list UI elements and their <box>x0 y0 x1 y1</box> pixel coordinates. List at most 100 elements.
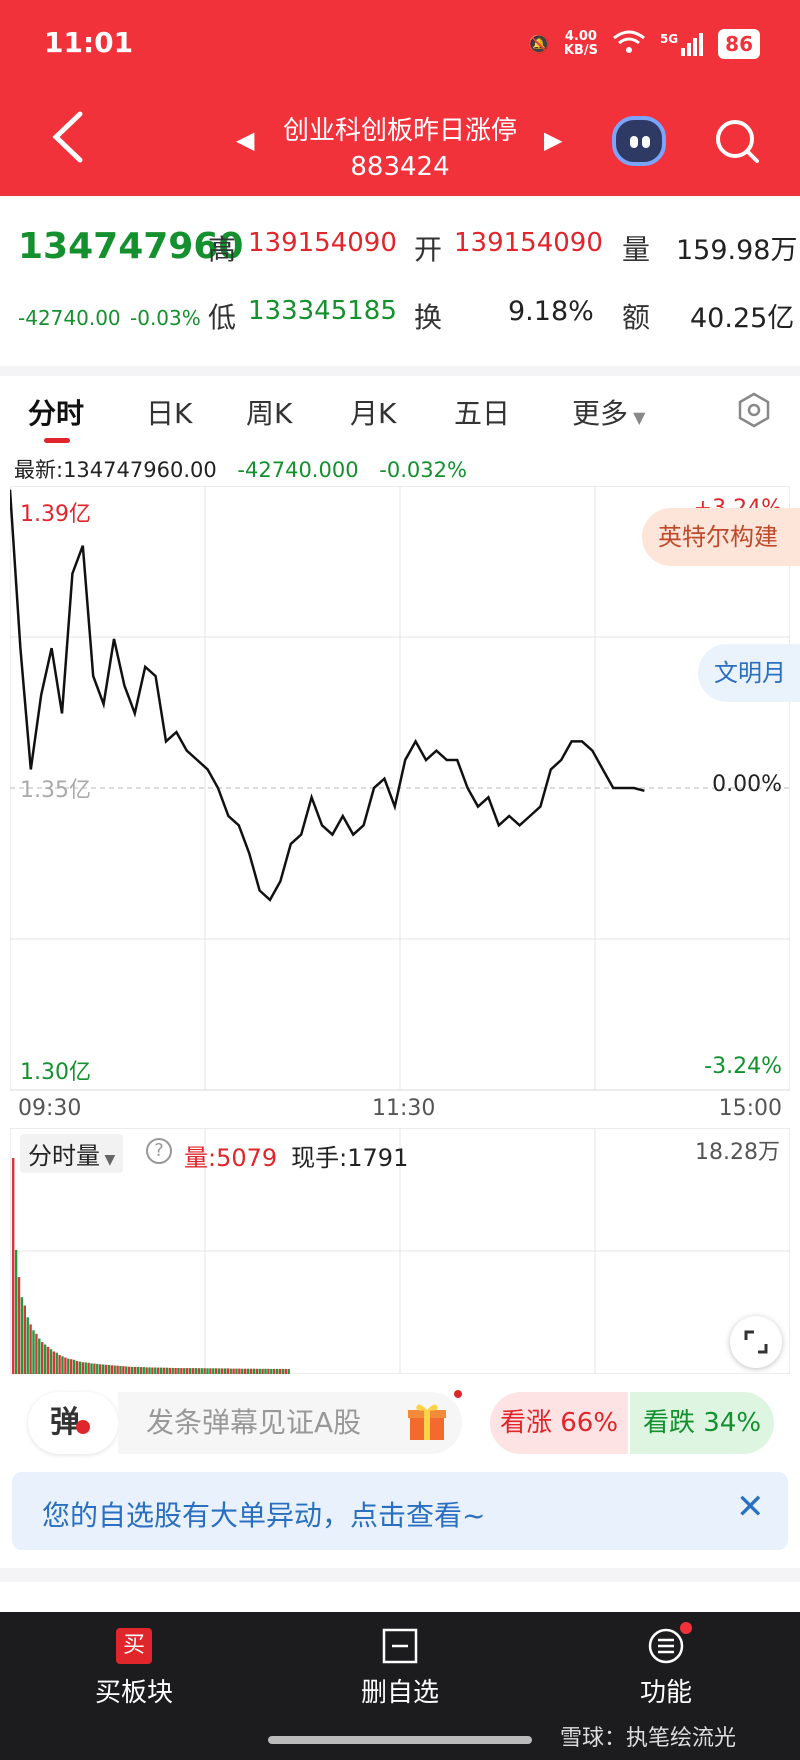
y-left-bottom: 1.30亿 <box>20 1060 91 1085</box>
volume-readout: 量:5079 现手:1791 <box>184 1144 409 1172</box>
close-icon[interactable]: ✕ <box>736 1490 765 1524</box>
volume-bar <box>67 1358 70 1374</box>
tab-daily-k[interactable]: 日K <box>146 392 192 432</box>
volume-bar <box>17 1277 21 1374</box>
y-right-bottom: -3.24% <box>704 1054 782 1079</box>
volume-bar <box>217 1368 221 1374</box>
y-right-mid: 0.00% <box>712 772 782 797</box>
news-pill-mid[interactable]: 文明月 <box>698 644 800 702</box>
volume-bar <box>183 1368 186 1374</box>
volume-bar <box>232 1368 235 1374</box>
volume-bar <box>194 1368 198 1374</box>
volume-bar <box>107 1365 111 1374</box>
battery-indicator: 86 <box>718 29 760 59</box>
notice-text[interactable]: 您的自选股有大单异动，点击查看~ <box>42 1494 485 1534</box>
volume-bar <box>264 1368 267 1374</box>
tab-monthly-k[interactable]: 月K <box>350 392 396 432</box>
volume-bar <box>125 1366 128 1374</box>
volume-bar <box>197 1368 200 1374</box>
volume-bar <box>255 1368 258 1374</box>
bearish-vote-button[interactable]: 看跌 34% <box>630 1392 774 1454</box>
volume-bar <box>104 1364 108 1374</box>
function-menu-button[interactable]: 功能 <box>596 1622 736 1709</box>
expand-icon[interactable] <box>730 1316 782 1368</box>
low-label: 低 <box>208 301 237 334</box>
volume-bar <box>20 1297 24 1374</box>
change-percent: -0.03% <box>130 306 201 330</box>
tab-weekly-k[interactable]: 周K <box>246 392 292 432</box>
bullish-vote-button[interactable]: 看涨 66% <box>490 1392 628 1454</box>
volume-bar <box>64 1357 67 1374</box>
ai-robot-icon[interactable] <box>612 116 666 166</box>
amount-value: 40.25亿 <box>690 303 795 334</box>
volume-bar <box>41 1342 44 1374</box>
divider <box>0 366 800 376</box>
volume-bar <box>226 1368 229 1374</box>
volume-bar <box>191 1368 195 1374</box>
volume-bar <box>244 1368 247 1374</box>
volume-bar <box>136 1366 140 1374</box>
volume-bar <box>93 1363 96 1374</box>
volume-bar <box>84 1362 87 1374</box>
open-label: 开 <box>414 233 443 266</box>
volume-value: 159.98万 <box>676 235 798 266</box>
minus-square-icon <box>382 1628 418 1664</box>
volume-bar <box>278 1368 282 1374</box>
volume-bar <box>188 1368 192 1374</box>
volume-bar <box>99 1364 102 1374</box>
volume-bar <box>281 1368 285 1374</box>
volume-bar <box>29 1324 32 1374</box>
intraday-chart[interactable] <box>10 486 790 1092</box>
home-indicator <box>268 1736 532 1744</box>
volume-bar <box>23 1305 26 1374</box>
high-label: 高 <box>208 233 237 266</box>
tab-five-day[interactable]: 五日 <box>454 392 510 432</box>
help-icon[interactable]: ? <box>146 1138 172 1164</box>
next-board-arrow-icon[interactable]: ▶ <box>544 126 562 154</box>
volume-bar <box>246 1368 250 1374</box>
volume-bar <box>241 1368 244 1374</box>
volume-max-label: 18.28万 <box>695 1140 780 1165</box>
volume-bar <box>151 1367 154 1374</box>
volume-bar <box>38 1338 41 1374</box>
notification-dot <box>454 1390 462 1398</box>
y-left-mid: 1.35亿 <box>20 778 91 803</box>
chevron-down-icon: ▼ <box>628 408 646 427</box>
buy-icon: 买 <box>116 1628 152 1664</box>
volume-bar <box>238 1368 241 1374</box>
y-left-top: 1.39亿 <box>20 502 91 527</box>
gift-icon[interactable] <box>406 1400 448 1442</box>
volume-bar <box>52 1351 55 1374</box>
buy-board-button[interactable]: 买 买板块 <box>64 1628 204 1709</box>
turnover-label: 换 <box>414 301 443 334</box>
danmaku-toggle-button[interactable]: 弹 <box>28 1392 118 1454</box>
volume-bar <box>58 1355 61 1374</box>
volume-bar <box>72 1359 76 1374</box>
tab-intraday[interactable]: 分时 <box>28 392 84 432</box>
volume-bar <box>35 1333 38 1374</box>
volume-bar <box>174 1368 177 1374</box>
volume-bar <box>229 1368 232 1374</box>
change-value: -42740.00 <box>18 306 121 330</box>
chart-settings-icon[interactable] <box>736 392 772 428</box>
prev-board-arrow-icon[interactable]: ◀ <box>236 126 254 154</box>
volume-bar <box>270 1368 273 1374</box>
volume-type-dropdown[interactable]: 分时量 ▼ <box>20 1134 124 1173</box>
news-pill-top[interactable]: 英特尔构建 <box>642 508 800 566</box>
wifi-icon <box>612 29 646 60</box>
volume-bar <box>159 1367 163 1374</box>
volume-bar <box>261 1368 264 1374</box>
search-icon[interactable] <box>714 118 760 164</box>
volume-bars <box>12 1158 290 1374</box>
back-button[interactable] <box>50 110 90 170</box>
volume-bar <box>61 1356 64 1374</box>
tab-more[interactable]: 更多 ▼ <box>572 392 645 432</box>
volume-bar <box>70 1359 73 1374</box>
volume-bar <box>287 1369 290 1374</box>
volume-bar <box>78 1361 82 1374</box>
volume-bar <box>90 1363 93 1374</box>
remove-watchlist-button[interactable]: 删自选 <box>330 1628 470 1709</box>
volume-bar <box>203 1368 206 1374</box>
volume-bar <box>113 1365 116 1374</box>
status-time: 11:01 <box>44 26 134 59</box>
